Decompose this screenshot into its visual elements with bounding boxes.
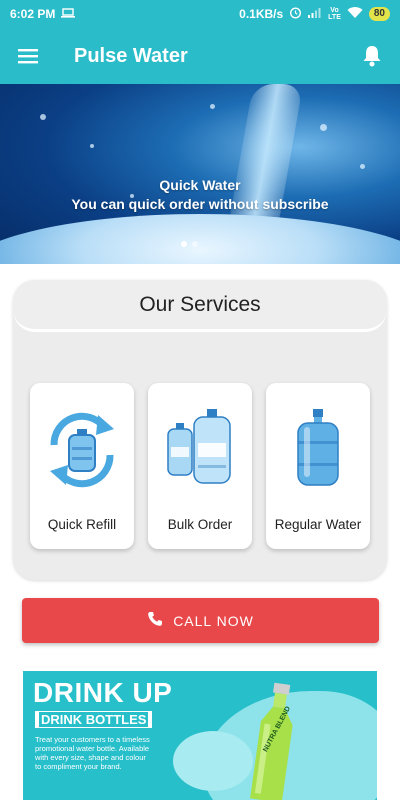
hamburger-menu-icon[interactable] bbox=[0, 28, 56, 84]
water-splash-graphic bbox=[0, 214, 400, 264]
water-droplet bbox=[320, 124, 327, 131]
banner-title: Quick Water bbox=[159, 177, 241, 193]
water-droplet bbox=[210, 104, 215, 109]
bell-icon[interactable] bbox=[344, 28, 400, 84]
water-droplet bbox=[90, 144, 94, 148]
water-droplet bbox=[360, 164, 365, 169]
promo-subtitle: DRINK BOTTLES bbox=[35, 711, 153, 728]
refill-cycle-icon bbox=[42, 405, 122, 495]
service-label: Regular Water bbox=[274, 517, 362, 532]
carousel-dot[interactable] bbox=[192, 241, 198, 247]
banner-subtitle: You can quick order without subscribe bbox=[71, 196, 329, 212]
carousel-dot-active[interactable] bbox=[181, 241, 187, 247]
service-card-quick-refill[interactable]: Quick Refill bbox=[30, 383, 134, 549]
service-card-regular-water[interactable]: Regular Water bbox=[266, 383, 370, 549]
service-card-bulk-order[interactable]: Bulk Order bbox=[148, 383, 252, 549]
status-bar: 6:02 PM 0.1KB/s Vo LTE 80 bbox=[0, 0, 400, 28]
call-now-button[interactable]: CALL NOW bbox=[22, 598, 379, 643]
service-label: Quick Refill bbox=[47, 517, 117, 532]
water-bottles-icon bbox=[160, 405, 240, 495]
battery-badge: 80 bbox=[368, 7, 390, 21]
status-time: 6:02 PM bbox=[10, 7, 56, 21]
promo-description: Treat your customers to a timeless promo… bbox=[35, 735, 150, 771]
promo-title: DRINK UP bbox=[33, 677, 173, 708]
services-section: Our Services Quick Refill Bulk Order Reg… bbox=[13, 280, 387, 580]
signal-icon bbox=[308, 7, 322, 21]
services-title: Our Services bbox=[13, 280, 387, 332]
promo-ad-banner[interactable]: DRINK UP DRINK BOTTLES Treat your custom… bbox=[23, 671, 377, 800]
alarm-icon bbox=[289, 6, 302, 22]
network-speed: 0.1KB/s bbox=[239, 7, 284, 21]
app-bar: Pulse Water bbox=[0, 28, 400, 84]
volte-indicator: Vo LTE bbox=[328, 7, 341, 21]
water-jug-icon bbox=[278, 405, 358, 495]
banner-caption: Quick Water You can quick order without … bbox=[0, 176, 400, 214]
wifi-icon bbox=[347, 6, 363, 22]
call-now-label: CALL NOW bbox=[173, 612, 254, 629]
service-label: Bulk Order bbox=[167, 517, 233, 532]
app-title: Pulse Water bbox=[74, 44, 188, 67]
phone-icon bbox=[147, 611, 163, 630]
laptop-icon bbox=[61, 7, 76, 21]
water-droplet bbox=[40, 114, 46, 120]
promo-banner-carousel[interactable]: Quick Water You can quick order without … bbox=[0, 84, 400, 264]
